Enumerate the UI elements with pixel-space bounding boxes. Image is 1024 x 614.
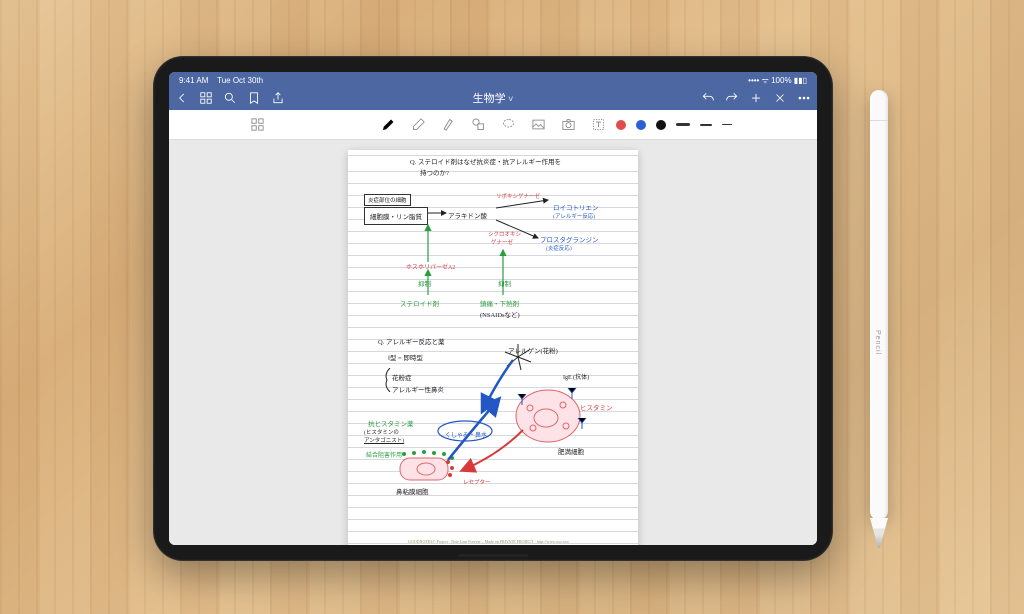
- undo-button[interactable]: [701, 91, 715, 105]
- status-time: 9:41 AM: [179, 76, 208, 85]
- pen-tool[interactable]: [380, 117, 396, 133]
- eraser-tool[interactable]: [410, 117, 426, 133]
- redo-button[interactable]: [725, 91, 739, 105]
- status-bar: 9:41 AM Tue Oct 30th •••• ᯤ 100% ▮▮▯: [169, 74, 817, 86]
- color-blue[interactable]: [636, 120, 646, 130]
- search-button[interactable]: [223, 91, 237, 105]
- lasso-tool[interactable]: [500, 117, 516, 133]
- more-button[interactable]: [797, 91, 811, 105]
- document-title[interactable]: 生物学: [473, 90, 514, 106]
- share-button[interactable]: [271, 91, 285, 105]
- pencil-label: Pencil: [874, 330, 881, 355]
- status-right: •••• ᯤ 100% ▮▮▯: [748, 75, 807, 86]
- stroke-thin[interactable]: [722, 124, 732, 125]
- highlighter-tool[interactable]: [440, 117, 456, 133]
- image-tool[interactable]: [530, 117, 546, 133]
- q2-arrows: [348, 335, 638, 505]
- stroke-med[interactable]: [700, 124, 712, 126]
- camera-tool[interactable]: [560, 117, 576, 133]
- thumbnails-button[interactable]: [199, 91, 213, 105]
- page-footer: GOODNOTES© Project · Note Line Forever –…: [408, 539, 569, 544]
- canvas-area[interactable]: Q. ステロイド剤はなぜ抗炎症・抗アレルギー作用を 持つのか? 炎症部位の細胞 …: [169, 140, 817, 545]
- view-mode-button[interactable]: [249, 117, 265, 133]
- bookmark-button[interactable]: [247, 91, 261, 105]
- ipad-frame: 9:41 AM Tue Oct 30th •••• ᯤ 100% ▮▮▯ 生物学: [153, 56, 833, 561]
- note-page[interactable]: Q. ステロイド剤はなぜ抗炎症・抗アレルギー作用を 持つのか? 炎症部位の細胞 …: [348, 150, 638, 545]
- back-button[interactable]: [175, 91, 189, 105]
- tool-row: [169, 110, 817, 140]
- shape-tool[interactable]: [470, 117, 486, 133]
- status-date: Tue Oct 30th: [217, 76, 263, 85]
- color-black[interactable]: [656, 120, 666, 130]
- app-navbar: 9:41 AM Tue Oct 30th •••• ᯤ 100% ▮▮▯ 生物学: [169, 72, 817, 110]
- color-red[interactable]: [616, 120, 626, 130]
- ipad-screen: 9:41 AM Tue Oct 30th •••• ᯤ 100% ▮▮▯ 生物学: [169, 72, 817, 545]
- close-edit-button[interactable]: [773, 91, 787, 105]
- stroke-thick[interactable]: [676, 123, 690, 126]
- text-tool[interactable]: [590, 117, 606, 133]
- add-page-button[interactable]: [749, 91, 763, 105]
- q1-arrows: [348, 150, 638, 330]
- apple-pencil: Pencil: [870, 90, 888, 520]
